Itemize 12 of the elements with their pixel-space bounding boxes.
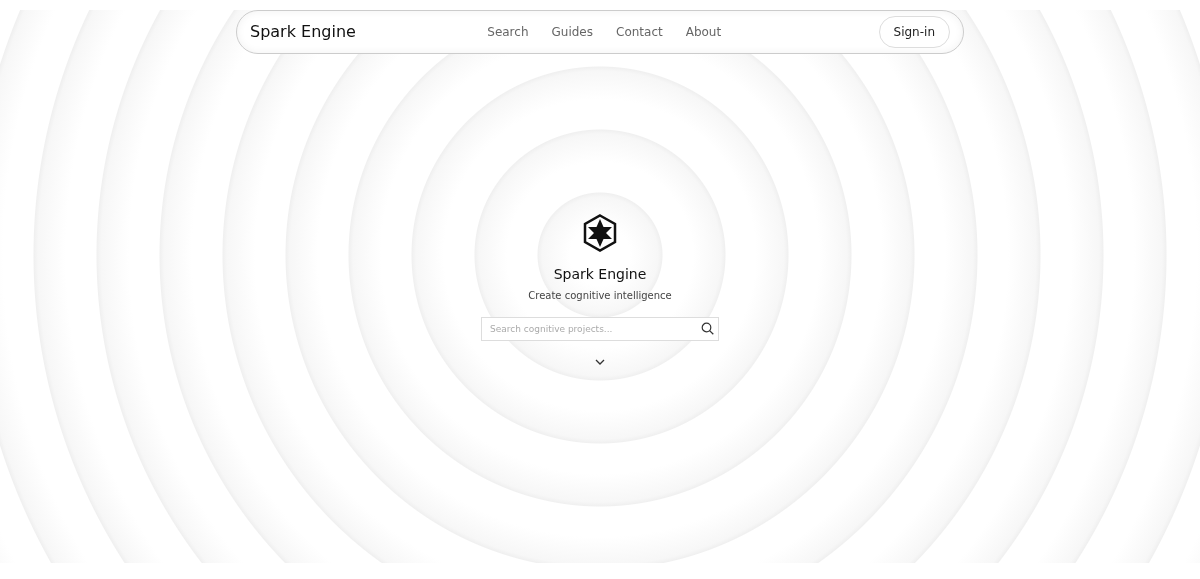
star-hexagon-logo-icon: [583, 214, 617, 252]
nav-link[interactable]: Guides: [551, 23, 593, 41]
brand-name: Spark Engine: [250, 21, 356, 43]
sign-in-button[interactable]: Sign-in: [878, 16, 950, 48]
hero-subtitle: Create cognitive intelligence: [528, 289, 672, 303]
search-icon: [701, 322, 714, 335]
chevron-down-icon[interactable]: [595, 359, 605, 365]
search-field[interactable]: Search cognitive projects...: [481, 317, 719, 341]
nav-link[interactable]: About: [685, 23, 722, 41]
hero-title: Spark Engine: [553, 265, 647, 284]
nav-link[interactable]: Search: [487, 23, 529, 41]
nav-link[interactable]: Contact: [616, 23, 663, 41]
